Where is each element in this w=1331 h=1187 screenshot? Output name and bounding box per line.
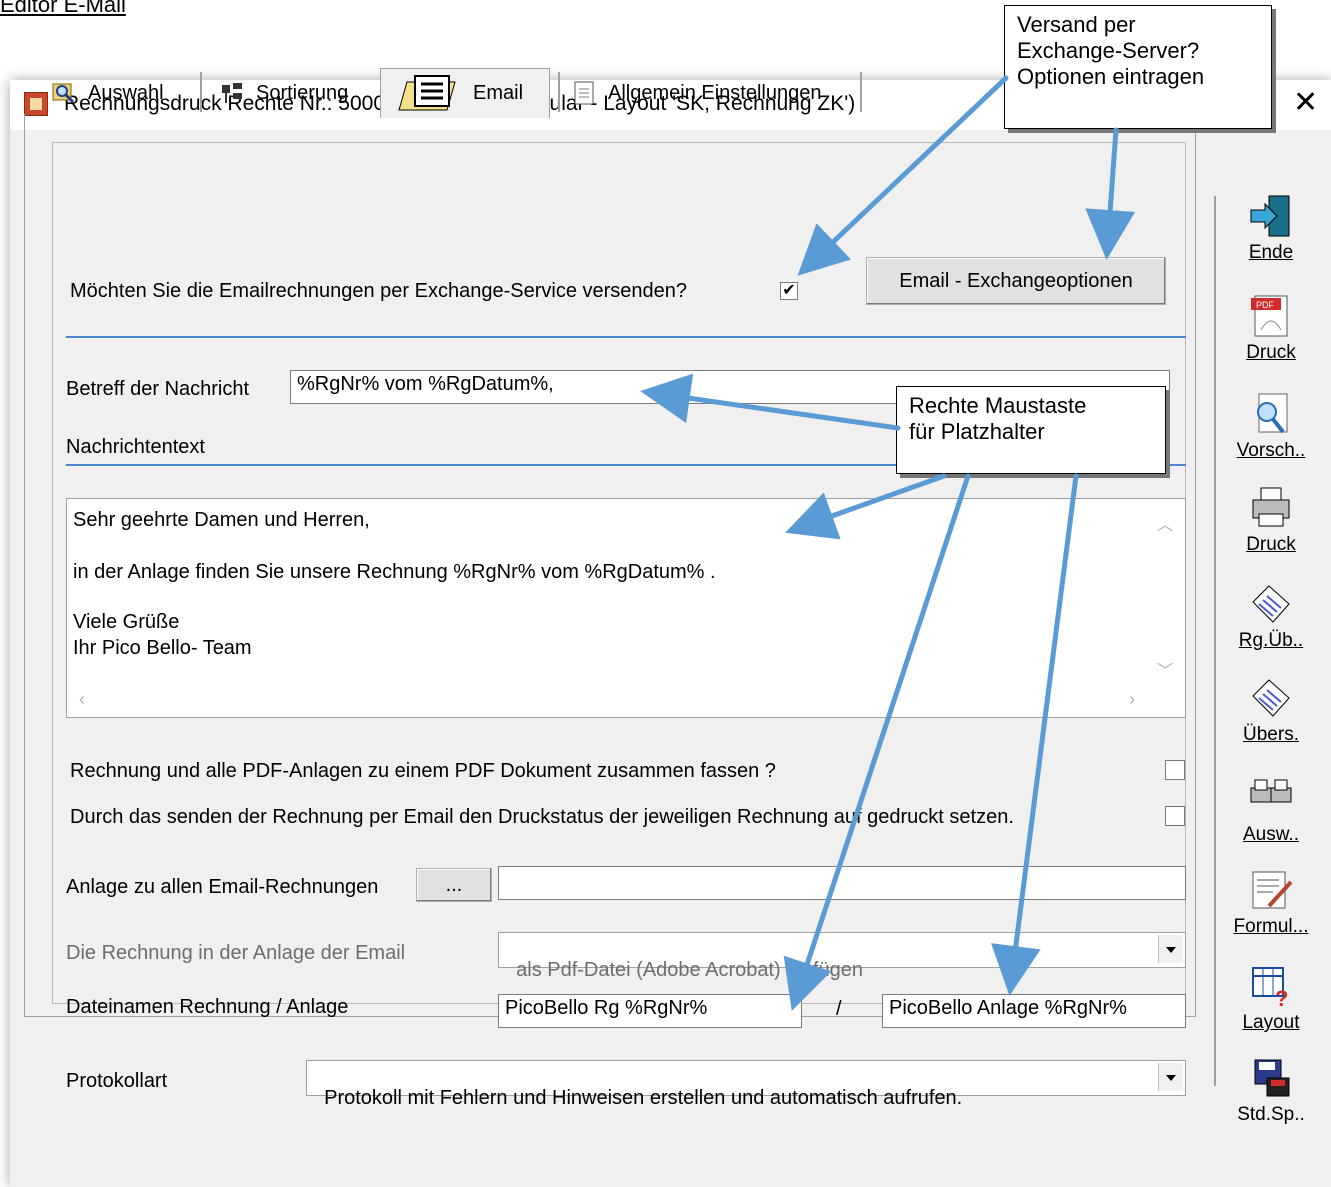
arrow-to-attachment-filename: [991, 473, 1079, 996]
arrow-to-message: [785, 473, 947, 540]
annotation-arrows: [640, 75, 1136, 1011]
arrow-to-subject: [640, 373, 901, 431]
arrow-to-options-button: [1085, 127, 1136, 260]
arrow-to-invoice-filename: [783, 473, 971, 1011]
arrow-to-checkbox: [797, 75, 1009, 276]
